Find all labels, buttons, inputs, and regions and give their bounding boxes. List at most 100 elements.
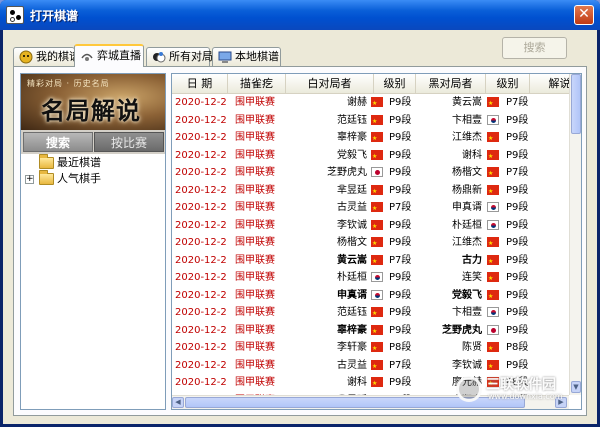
table-row[interactable]: 2020-12-23 围甲联赛 谢赫 P9段 黄云嵩 P7段: [172, 94, 569, 112]
cell-date: 2020-12-23: [175, 202, 227, 213]
cell-white-flag: [371, 339, 385, 357]
tab-label: 本地棋谱: [235, 50, 279, 63]
left-tab-search[interactable]: 搜索: [23, 132, 93, 152]
scroll-left-icon[interactable]: ◀: [172, 397, 184, 408]
cell-competition: 围甲联赛: [235, 324, 275, 336]
flag-icon: [371, 183, 383, 199]
tree-item-recent[interactable]: 最近棋谱: [21, 154, 165, 171]
cell-white-rank: P7段: [389, 359, 412, 371]
flag-icon: [487, 288, 499, 304]
table-row[interactable]: 2020-12-23 围甲联赛 芈昱廷 P9段 杨鼎新 P9段: [172, 182, 569, 200]
tab-all-games[interactable]: 所有对局: [146, 47, 213, 66]
cell-black-rank: P9段: [506, 237, 529, 248]
left-pane: 精彩对局 · 历史名局 名局解说 搜索 按比赛 最近棋谱 + 人气棋手: [20, 73, 166, 410]
banner-title: 名局解说: [41, 96, 141, 125]
close-button[interactable]: ✕: [574, 5, 594, 25]
cell-black-rank: P8段: [506, 342, 529, 353]
vertical-scroll-thumb[interactable]: [571, 74, 581, 134]
table-row[interactable]: 2020-12-22 围甲联赛 杨楷文 P9段 江维杰 P9段: [172, 234, 569, 252]
cell-white-flag: [371, 182, 385, 199]
cell-competition: 围甲联赛: [235, 149, 275, 161]
column-header-date[interactable]: 日 期: [172, 74, 228, 94]
left-tab-by-match[interactable]: 按比赛: [94, 132, 164, 152]
cell-black-player: 连笑: [462, 272, 482, 283]
table-row[interactable]: 2020-12-23 围甲联赛 党毅飞 P9段 谢科 P9段: [172, 147, 569, 165]
flag-icon: [487, 183, 499, 199]
table-row[interactable]: 2020-12-23 围甲联赛 辜梓豪 P9段 江维杰 P9段: [172, 129, 569, 147]
folder-icon: [39, 170, 54, 185]
table-row[interactable]: 2020-12-22 围甲联赛 申真谞 P9段 党毅飞 P9段: [172, 287, 569, 305]
tab-my-records[interactable]: 我的棋谱: [13, 47, 80, 66]
flag-icon: [371, 289, 383, 300]
commentary-banner[interactable]: 精彩对局 · 历史名局 名局解说: [21, 74, 165, 130]
cell-black-rank: P9段: [506, 114, 529, 126]
cell-white-player: 古灵益: [337, 359, 367, 371]
table-row[interactable]: 2020-12-23 围甲联赛 古灵益 P7段 申真谞 P9段: [172, 199, 569, 217]
cell-white-player: 辜梓豪: [337, 324, 367, 336]
computer-icon: [218, 51, 232, 63]
table-row[interactable]: 2020-12-23 围甲联赛 李钦诚 P9段 朴廷桓 P9段: [172, 217, 569, 235]
table-row[interactable]: 2020-12-23 围甲联赛 范廷钰 P9段 卞相壹 P9段: [172, 112, 569, 130]
table-header: 日 期 描雀疙 白对局者 级别 黑对局者 级别 解说: [172, 74, 569, 94]
cell-white-flag: [371, 269, 385, 287]
column-header-commentary[interactable]: 解说: [530, 74, 570, 94]
expand-icon[interactable]: +: [25, 175, 34, 184]
tree-item-popular-players[interactable]: + 人气棋手: [21, 170, 165, 187]
left-tabs: 搜索 按比赛: [21, 130, 165, 154]
flag-icon: [371, 113, 383, 129]
cell-white-player: 李钦诚: [337, 219, 367, 231]
column-header-black[interactable]: 黑对局者: [416, 74, 486, 94]
table-row[interactable]: 2020-12-22 围甲联赛 古灵益 P7段 李钦诚 P9段: [172, 357, 569, 375]
cell-black-player: 杨鼎新: [452, 184, 482, 196]
cell-black-player: 申真谞: [452, 202, 482, 213]
watermark-url: www.downxia.com: [488, 392, 563, 401]
scroll-down-icon[interactable]: ▼: [571, 381, 581, 393]
game-list: 日 期 描雀疙 白对局者 级别 黑对局者 级别 解说 2020-12-23 围甲联…: [171, 73, 582, 410]
flag-icon: [487, 358, 499, 374]
flag-icon: [371, 95, 383, 112]
cell-black-player: 卞相壹: [452, 307, 482, 318]
flag-icon: [371, 167, 383, 177]
cell-white-player: 申真谞: [337, 289, 367, 301]
table-row[interactable]: 2020-12-22 围甲联赛 李轩豪 P8段 陈贤 P8段: [172, 339, 569, 357]
cell-date: 2020-12-22: [175, 272, 227, 283]
cell-black-flag: [487, 94, 501, 112]
vertical-scrollbar[interactable]: ▲ ▼: [569, 74, 581, 395]
flag-icon: [371, 375, 383, 392]
tab-local-records[interactable]: 本地棋谱: [212, 47, 281, 66]
flag-icon: [487, 202, 499, 212]
cell-black-player: 江维杰: [452, 237, 482, 248]
column-header-black-rank[interactable]: 级别: [486, 74, 530, 94]
cell-black-flag: [487, 217, 501, 235]
table-row[interactable]: 2020-12-22 围甲联赛 黄云嵩 P7段 古力 P9段: [172, 252, 569, 270]
cell-competition: 围甲联赛: [235, 97, 275, 108]
broadcast-icon: [81, 53, 93, 61]
cell-date: 2020-12-23: [175, 219, 227, 231]
cell-competition: 围甲联赛: [235, 237, 275, 248]
cell-black-rank: P9段: [506, 132, 529, 143]
window-title: 打开棋谱: [30, 9, 79, 23]
cell-competition: 围甲联赛: [235, 184, 275, 196]
tree-item-label: 最近棋谱: [57, 156, 101, 169]
table-row[interactable]: 2020-12-22 围甲联赛 范廷钰 P9段 卞相壹 P9段: [172, 304, 569, 322]
cell-date: 2020-12-23: [175, 114, 227, 126]
title-bar[interactable]: 打开棋谱 ✕: [0, 0, 600, 30]
column-header-white-rank[interactable]: 级别: [374, 74, 416, 94]
flag-icon: [371, 148, 383, 164]
cell-white-flag: [371, 234, 385, 252]
column-header-competition[interactable]: 描雀疙: [228, 74, 286, 94]
tab-live-broadcast[interactable]: 弈城直播: [74, 44, 144, 67]
cell-white-flag: [371, 252, 385, 269]
table-row[interactable]: 2020-12-22 围甲联赛 朴廷桓 P9段 连笑 P9段: [172, 269, 569, 287]
search-button[interactable]: 搜索: [502, 37, 567, 59]
column-header-white[interactable]: 白对局者: [286, 74, 374, 94]
cell-competition: 围甲联赛: [235, 307, 275, 318]
tab-label: 弈城直播: [97, 49, 141, 62]
cell-white-rank: P9段: [389, 184, 412, 196]
cell-white-flag: [371, 164, 385, 182]
cell-black-rank: P9段: [506, 149, 529, 161]
cell-black-flag: [487, 357, 501, 374]
table-row[interactable]: 2020-12-23 围甲联赛 芝野虎丸 P9段 杨楷文 P7段: [172, 164, 569, 182]
cell-black-player: 黄云嵩: [452, 97, 482, 108]
table-row[interactable]: 2020-12-22 围甲联赛 辜梓豪 P9段 芝野虎丸 P9段: [172, 322, 569, 340]
